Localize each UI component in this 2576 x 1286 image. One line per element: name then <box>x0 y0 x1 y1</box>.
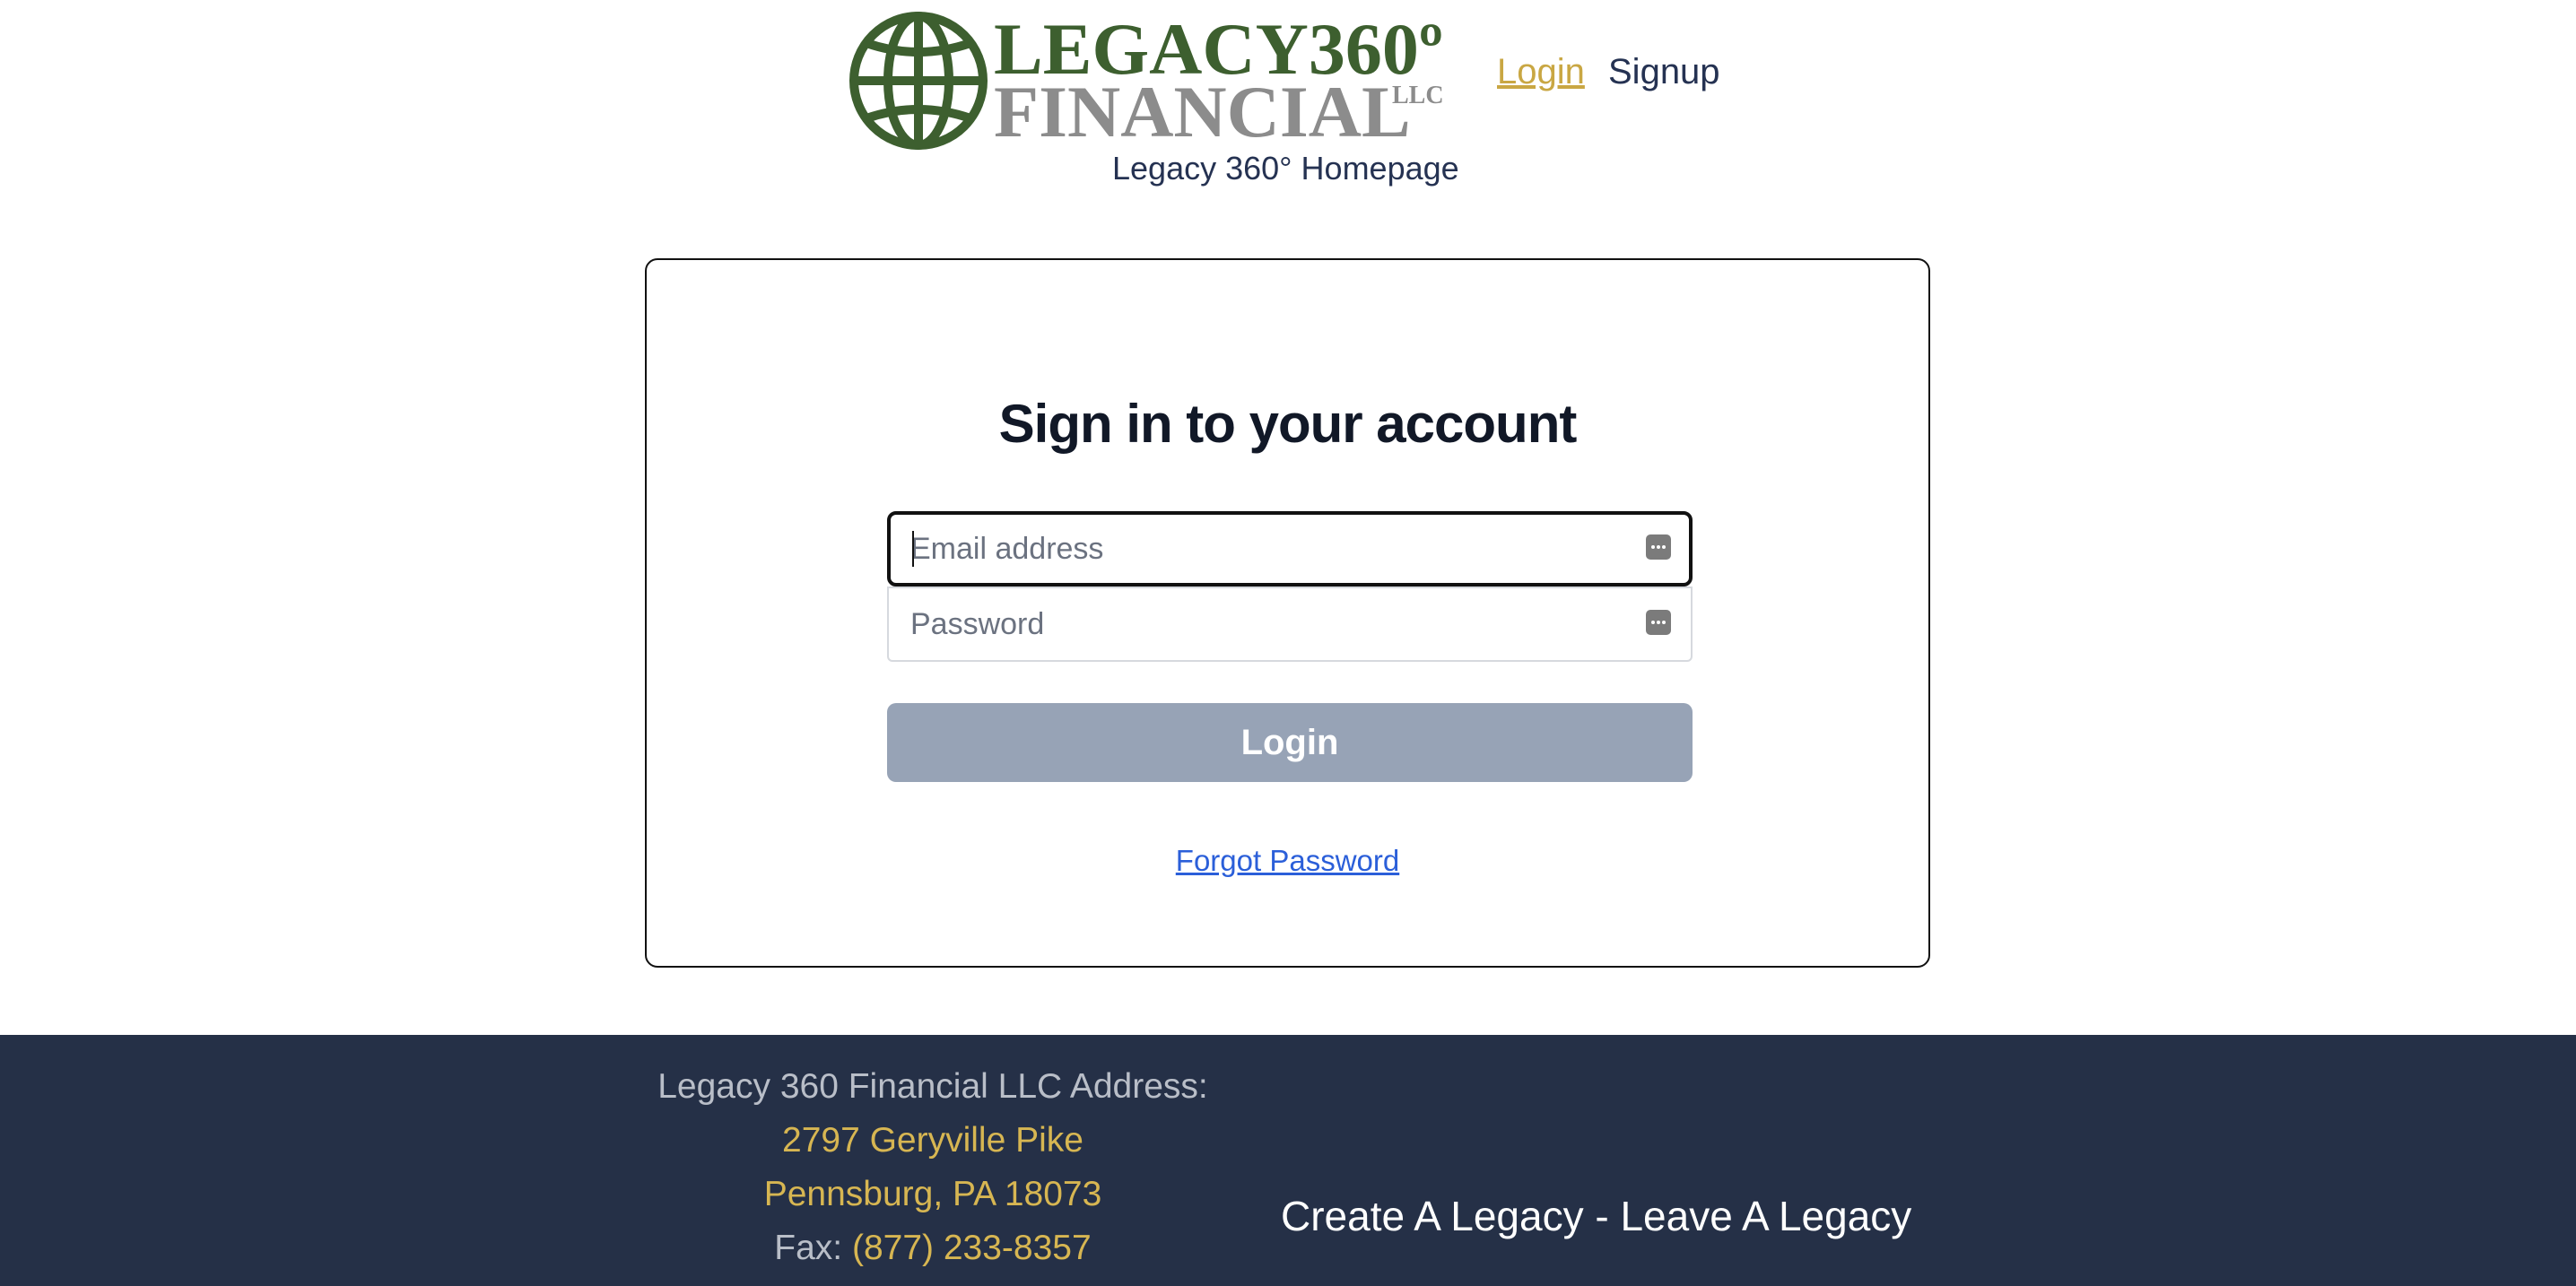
address-street: 2797 Geryville Pike <box>782 1121 1083 1160</box>
footer-tagline: Create A Legacy - Leave A Legacy <box>1281 1193 1912 1239</box>
address-label: Legacy 360 Financial LLC Address: <box>657 1067 1208 1106</box>
address-city: Pennsburg, PA 18073 <box>763 1175 1102 1213</box>
globe-icon <box>849 12 988 150</box>
fax-label: Fax: <box>774 1229 852 1267</box>
login-button[interactable]: Login <box>887 703 1693 782</box>
footer-address: Legacy 360 Financial LLC Address: 2797 G… <box>574 1060 1292 1275</box>
text-cursor <box>912 531 914 567</box>
password-input[interactable] <box>889 588 1691 660</box>
page-title: Sign in to your account <box>998 394 1578 454</box>
password-manager-icon[interactable] <box>1646 534 1671 560</box>
logo-suffix: LLC <box>1392 82 1444 109</box>
login-card: Sign in to your account Login Forgot Pas… <box>645 258 1930 968</box>
fax-line: Fax: (877) 233-8357 <box>574 1221 1292 1275</box>
email-field[interactable] <box>887 511 1693 587</box>
email-input[interactable] <box>891 515 1689 583</box>
nav-signup-link[interactable]: Signup <box>1608 50 1720 93</box>
company-logo[interactable]: LEGACY360º FINANCIAL LLC <box>843 7 1453 152</box>
nav-login-link[interactable]: Login <box>1497 50 1585 93</box>
password-field[interactable] <box>887 587 1693 662</box>
footer: Legacy 360 Financial LLC Address: 2797 G… <box>0 1035 2576 1286</box>
fax-number[interactable]: (877) 233-8357 <box>852 1229 1092 1267</box>
forgot-password-link[interactable]: Forgot Password <box>647 843 1928 879</box>
homepage-link[interactable]: Legacy 360° Homepage <box>1112 149 1459 188</box>
logo-wordmark-bottom: FINANCIAL <box>994 71 1411 152</box>
password-manager-icon[interactable] <box>1646 610 1671 635</box>
